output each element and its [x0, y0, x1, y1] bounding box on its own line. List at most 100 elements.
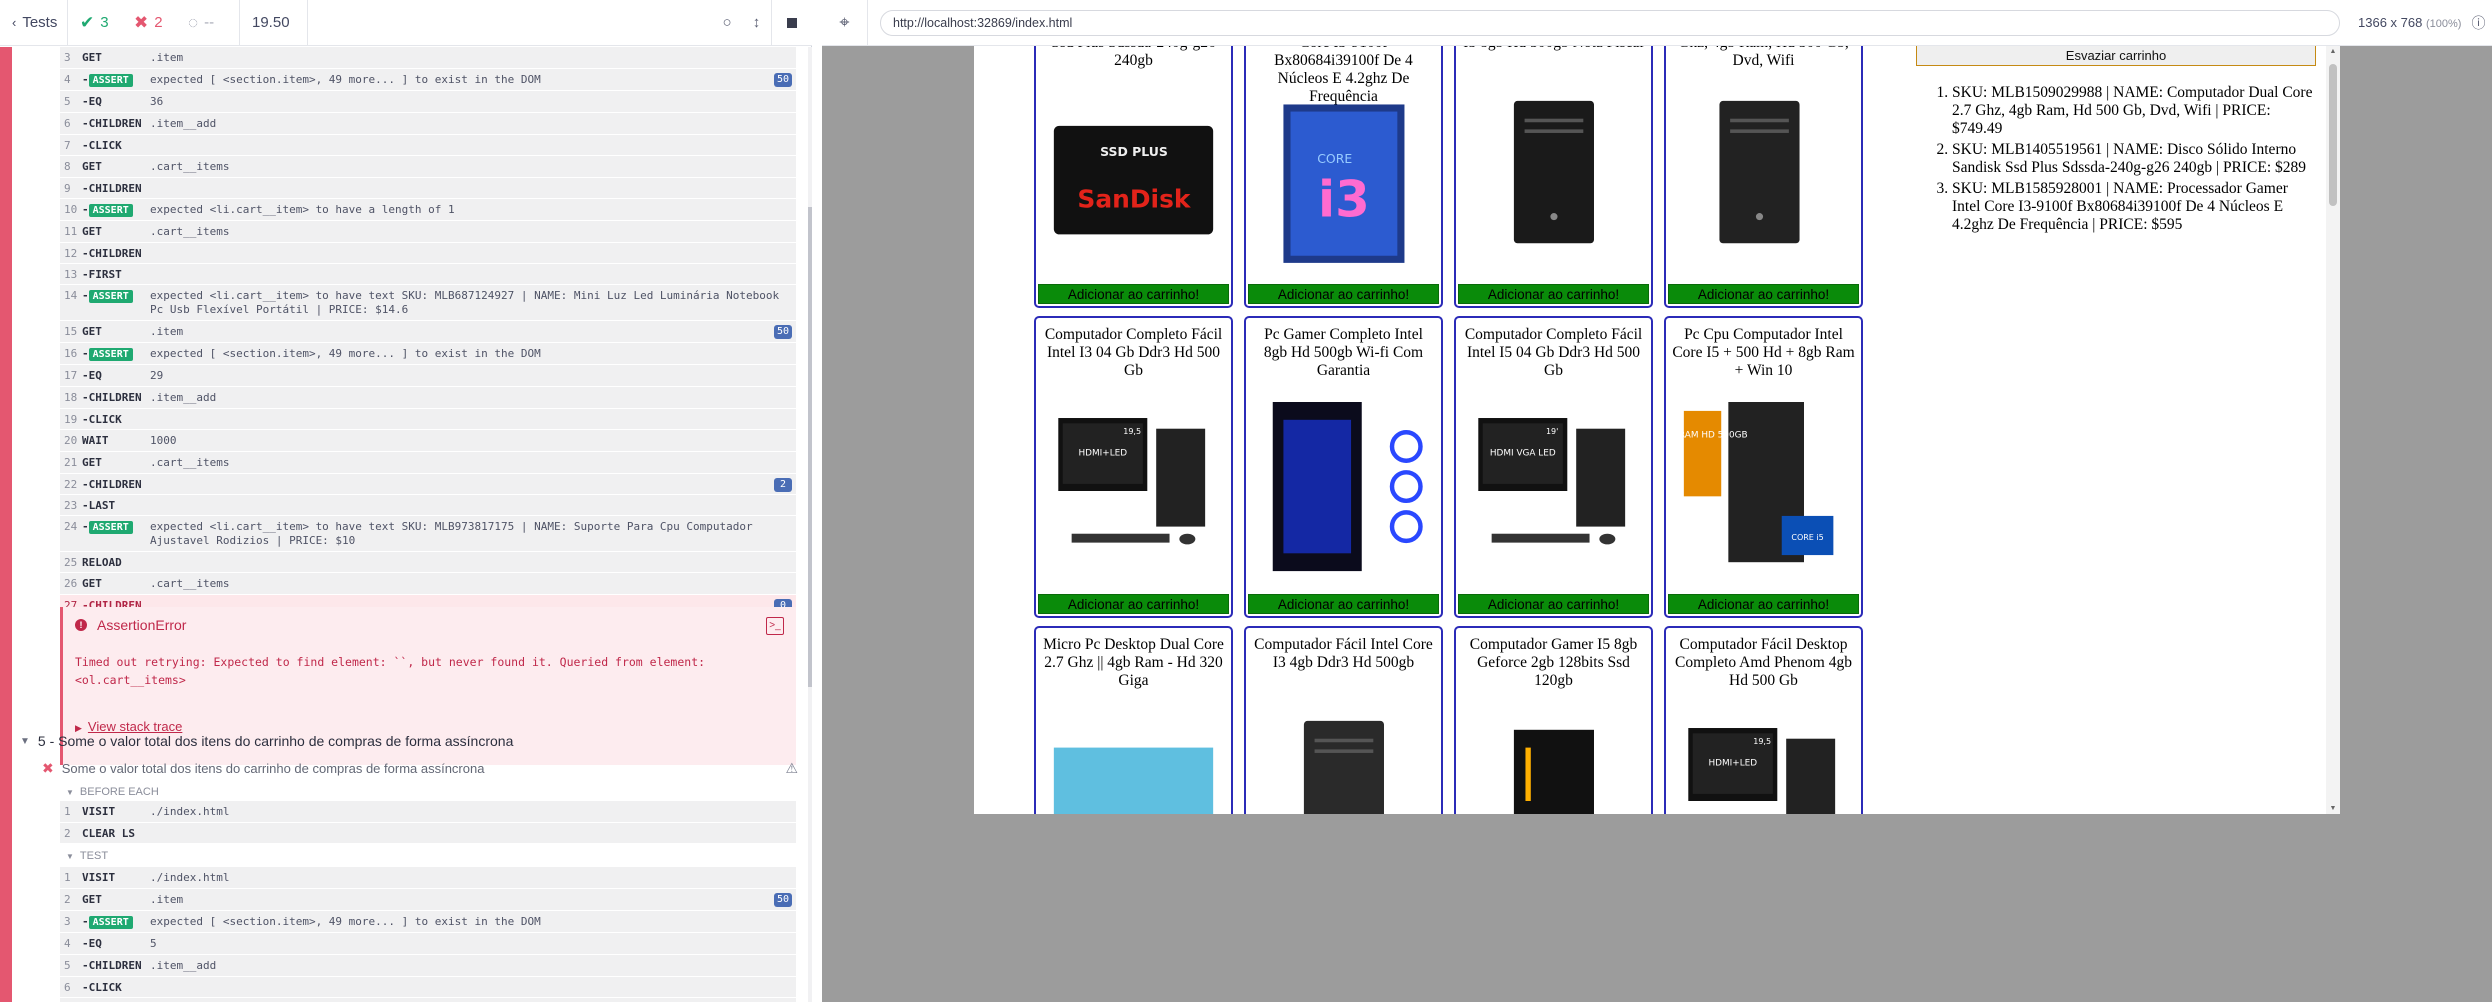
product-card: Micro Pc Desktop Dual Core 2.7 Ghz || 4g… — [1034, 626, 1233, 814]
command-row[interactable]: 9 -CHILDREN — [60, 178, 796, 199]
command-row[interactable]: 17 -EQ 29 — [60, 365, 796, 387]
command-message: expected <li.cart__item> to have a lengt… — [150, 203, 455, 216]
command-message: 1000 — [150, 434, 177, 447]
product-image — [1719, 100, 1800, 244]
url-bar[interactable]: http://localhost:32869/index.html — [880, 9, 2340, 36]
command-row[interactable]: 15 GET .item 50 — [60, 321, 796, 343]
command-row[interactable]: 16 - ASSERT expected [ <section.item>, 49 m… — [60, 343, 796, 365]
add-to-cart-button[interactable]: Adicionar ao carrinho! — [1668, 594, 1859, 614]
before-each-hook[interactable]: ▼ BEFORE EACH — [20, 781, 810, 803]
error-title: ! AssertionError — [75, 617, 186, 633]
reporter-body[interactable]: 3 GET .item 4- ASSERT expected [ <section.ite… — [0, 47, 812, 1002]
command-row[interactable]: 3 - ASSERT expected [ <section.item>, 49 mo… — [60, 911, 796, 933]
command-name: -CLICK — [82, 413, 122, 426]
reporter-scrollbar-thumb[interactable] — [808, 207, 812, 687]
command-log: 3 GET .item 4- ASSERT expected [ <section.ite… — [60, 47, 796, 616]
command-name: -CLICK — [82, 981, 122, 994]
command-row[interactable]: 2 GET .item 50 — [60, 889, 796, 911]
command-number: 19 — [64, 413, 78, 426]
command-message: .cart__items — [150, 456, 230, 469]
command-row[interactable]: 19 -CLICK — [60, 409, 796, 430]
product-title: Computador Gamer I5 8gb Geforce 2gb 128b… — [1469, 636, 1638, 689]
scroll-down-arrow-icon[interactable]: ▼ — [2329, 805, 2337, 812]
command-row[interactable]: 21 GET .cart__items — [60, 452, 796, 474]
command-row[interactable]: 20 WAIT 1000 — [60, 430, 796, 452]
command-row[interactable]: 14 - ASSERT expected <li.cart__item> to hav… — [60, 285, 796, 321]
command-number: 5 — [64, 959, 71, 972]
check-icon: ✔ — [80, 12, 95, 32]
reporter-header: ‹ Tests ✔ 3 ✖ 2 ◌ -- 19.50 ○ ↕ — [0, 0, 812, 46]
add-to-cart-button[interactable]: Adicionar ao carrinho! — [1248, 594, 1439, 614]
product-image: HDMI VGA LED 19' — [1478, 418, 1626, 545]
command-row[interactable]: 5 -CHILDREN .item__add — [60, 955, 796, 977]
command-row[interactable]: 4 - ASSERT expected [ <section.item>, 49 mo… — [60, 69, 796, 91]
command-number: 14 — [64, 289, 78, 302]
command-row[interactable]: 23 -LAST — [60, 495, 796, 516]
svg-text:HDMI VGA LED: HDMI VGA LED — [1490, 448, 1556, 458]
command-message: ./index.html — [150, 805, 230, 818]
product-card: Computador Dual Core 2.7 Ghz, 4gb Ram, H… — [1664, 46, 1863, 308]
add-to-cart-button[interactable]: Adicionar ao carrinho! — [1458, 284, 1649, 304]
product-title: Computador Completo Fácil Intel I3 04 Gb… — [1044, 326, 1223, 379]
autoscroll-toggle-icon[interactable]: ○ — [712, 0, 742, 46]
stop-button[interactable] — [772, 0, 812, 46]
command-row[interactable]: 22 -CHILDREN 2 — [60, 474, 796, 495]
command-name: -EQ — [82, 369, 102, 382]
cart-item[interactable]: SKU: MLB1509029988 | NAME: Computador Du… — [1952, 84, 2320, 138]
command-row[interactable]: 11 GET .cart__items — [60, 221, 796, 243]
command-row[interactable]: 18 -CHILDREN .item__add — [60, 387, 796, 409]
command-number: 16 — [64, 347, 78, 360]
command-row[interactable]: 25 RELOAD — [60, 552, 796, 573]
cross-icon: ✖ — [134, 12, 149, 32]
command-row[interactable]: 1 VISIT ./index.html — [60, 867, 796, 889]
add-to-cart-button[interactable]: Adicionar ao carrinho! — [1038, 594, 1229, 614]
tests-label: Tests — [22, 14, 58, 31]
command-number: 24 — [64, 520, 78, 533]
caret-down-icon: ▼ — [20, 735, 30, 747]
command-name: GET — [82, 225, 102, 238]
command-row[interactable]: 3 GET .item — [60, 47, 796, 69]
empty-cart-button[interactable]: Esvaziar carrinho — [1916, 46, 2316, 66]
scroll-arrows-icon[interactable]: ↕ — [742, 0, 772, 46]
command-row[interactable]: 7WAIT1000 — [60, 998, 796, 1002]
scroll-up-arrow-icon[interactable]: ▲ — [2329, 48, 2337, 55]
page-scrollbar-thumb[interactable] — [2329, 64, 2337, 206]
selector-playground-icon[interactable]: ⌖ — [822, 0, 868, 46]
command-row[interactable]: 12 -CHILDREN — [60, 243, 796, 264]
command-row[interactable]: 24 - ASSERT expected <li.cart__item> to hav… — [60, 516, 796, 552]
command-message: .cart__items — [150, 225, 230, 238]
command-row[interactable]: 1 VISIT ./index.html — [60, 801, 796, 823]
product-title: Disco Sólido Interno Sandisk Ssd Plus Sd… — [1051, 46, 1216, 69]
add-to-cart-button[interactable]: Adicionar ao carrinho! — [1668, 284, 1859, 304]
command-row[interactable]: 8 GET .cart__items — [60, 156, 796, 178]
test-hook[interactable]: ▼ TEST — [20, 845, 810, 867]
cart-items-list: SKU: MLB1509029988 | NAME: Computador Du… — [1940, 84, 2320, 237]
add-to-cart-button[interactable]: Adicionar ao carrinho! — [1458, 594, 1649, 614]
command-row[interactable]: 2 CLEAR LS — [60, 823, 796, 844]
cart-item[interactable]: SKU: MLB1585928001 | NAME: Processador G… — [1952, 180, 2320, 234]
test-title[interactable]: ✖ Some o valor total dos itens do carrin… — [20, 755, 810, 781]
command-name: -CHILDREN — [82, 182, 142, 195]
command-message: 36 — [150, 95, 164, 108]
command-row[interactable]: 7 -CLICK — [60, 135, 796, 156]
failure-indicator-strip — [0, 47, 12, 1002]
command-row[interactable]: 5 -EQ 36 — [60, 91, 796, 113]
command-number: 23 — [64, 499, 78, 512]
product-title: Computador Fácil Intel Core I5 8gb Hd 50… — [1462, 46, 1645, 52]
command-row[interactable]: 10 - ASSERT expected <li.cart__item> to hav… — [60, 199, 796, 221]
suite-title[interactable]: ▼ 5 - Some o valor total dos itens do ca… — [20, 727, 810, 755]
print-to-console-icon[interactable]: >_ — [766, 617, 784, 635]
tests-menu-button[interactable]: ‹ Tests — [0, 0, 68, 46]
svg-text:CORE i5: CORE i5 — [1791, 533, 1823, 542]
command-row[interactable]: 26 GET .cart__items — [60, 573, 796, 595]
add-to-cart-button[interactable]: Adicionar ao carrinho! — [1038, 284, 1229, 304]
product-card: Computador Fácil Desktop Completo Amd Ph… — [1664, 626, 1863, 814]
command-row[interactable]: 6 -CHILDREN .item__add — [60, 113, 796, 135]
command-row[interactable]: 13 -FIRST — [60, 264, 796, 285]
add-to-cart-button[interactable]: Adicionar ao carrinho! — [1248, 284, 1439, 304]
command-message: .item__add — [150, 391, 217, 404]
info-icon[interactable]: ⓘ — [2471, 13, 2485, 33]
command-row[interactable]: 4 -EQ 5 — [60, 933, 796, 955]
command-row[interactable]: 6 -CLICK — [60, 977, 796, 998]
cart-item[interactable]: SKU: MLB1405519561 | NAME: Disco Sólido … — [1952, 141, 2320, 177]
